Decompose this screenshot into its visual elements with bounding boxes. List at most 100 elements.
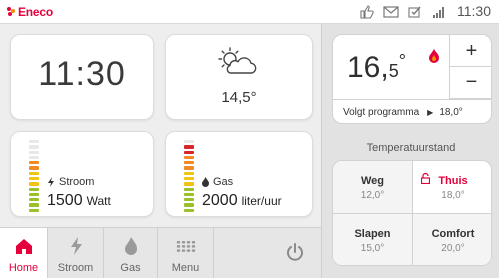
power-meter-segment (29, 192, 39, 197)
presets-title: Temperatuurstand (366, 142, 456, 154)
power-meter-segment (29, 155, 39, 160)
preset-temp: 12,0° (360, 190, 385, 201)
gas-meter-segment (184, 166, 194, 170)
status-clock: 11:30 (457, 3, 491, 19)
nav-stroom[interactable]: Stroom (48, 228, 104, 278)
preset-name: Comfort (431, 228, 475, 240)
status-icons (359, 4, 447, 20)
power-meter-segment (29, 140, 39, 144)
gas-value: 2000 (202, 192, 238, 209)
gas-meter-segment (184, 187, 194, 191)
home-icon (15, 239, 32, 254)
preset-weg[interactable]: Weg 12,0° (333, 161, 413, 214)
power-icon (287, 243, 303, 261)
setpoint-decimal: 5 (388, 61, 399, 81)
gas-meter-segment (184, 192, 194, 197)
power-unit: Watt (86, 194, 111, 208)
gas-meter-segment (184, 198, 194, 202)
power-meter-segment (29, 171, 39, 175)
setpoint-integer: 16, (347, 51, 389, 84)
gas-meter-segment (184, 182, 194, 186)
clock-time: 11:30 (38, 55, 126, 93)
brand-name: Eneco (18, 5, 54, 19)
thermostat-card: 16,5° + − Volgt programma ▶ 18,0° (332, 34, 492, 124)
gas-meter-segment (184, 145, 194, 149)
nav-menu-label: Menu (171, 262, 200, 274)
preset-slapen[interactable]: Slapen 15,0° (333, 214, 413, 265)
dashboard-panel: 11:30 14,5° Stroom 1500 Watt Gas 2000 li… (0, 24, 321, 278)
nav-gas-label: Gas (120, 262, 141, 274)
power-meter-segment (29, 150, 39, 154)
signal-icon (433, 7, 444, 18)
gas-meter-segment (184, 176, 194, 181)
gas-meter-segment (184, 203, 194, 207)
bolt-icon (70, 237, 82, 255)
preset-comfort[interactable]: Comfort 20,0° (413, 214, 491, 265)
gas-usage-meter (184, 140, 194, 212)
power-meter-segment (29, 198, 39, 202)
nav-home[interactable]: Home (0, 228, 48, 278)
power-meter-segment (29, 208, 39, 212)
power-meter-segment (29, 203, 39, 207)
bolt-icon (48, 177, 54, 187)
preset-grid: Weg 12,0° Thuis 18,0° Slapen 15,0° Comfo… (332, 160, 492, 266)
gas-label-row: Gas (202, 176, 233, 188)
preset-temp: 18,0° (441, 190, 465, 201)
preset-thuis[interactable]: Thuis 18,0° (413, 161, 491, 214)
gas-meter-segment (184, 155, 194, 160)
clock-tile[interactable]: 11:30 (10, 34, 154, 120)
gas-value-row: 2000 liter/uur (202, 192, 282, 210)
eneco-logo: Eneco (6, 4, 53, 20)
power-meter-segment (29, 187, 39, 191)
gas-meter-segment (184, 140, 194, 144)
bottom-navigation: Home Stroom Gas Menu (0, 227, 321, 278)
power-usage-meter (29, 140, 39, 212)
power-value-row: 1500 Watt (47, 192, 111, 210)
power-meter-segment (29, 161, 39, 165)
program-temperature: 18,0° (439, 107, 463, 118)
eneco-logo-mark-icon (7, 7, 15, 16)
nav-home-label: Home (8, 262, 39, 274)
weather-tile[interactable]: 14,5° (165, 34, 313, 120)
increase-temperature-button[interactable]: + (449, 35, 491, 67)
outdoor-temperature: 14,5° (221, 89, 257, 106)
lock-icon (421, 173, 430, 184)
program-row[interactable]: Volgt programma ▶ 18,0° (333, 99, 491, 123)
preset-name: Weg (360, 175, 385, 187)
grid-icon (176, 241, 195, 252)
nav-gas[interactable]: Gas (104, 228, 158, 278)
program-arrow-icon: ▶ (427, 108, 434, 117)
thumbs-up-icon[interactable] (359, 5, 375, 19)
power-meter-segment (29, 182, 39, 186)
thermostat-panel: 16,5° + − Volgt programma ▶ 18,0° Temper… (321, 24, 499, 278)
flame-icon (202, 177, 209, 187)
program-label: Volgt programma (343, 107, 420, 118)
power-meter-segment (29, 145, 39, 149)
gas-meter-segment (184, 150, 194, 154)
nav-stroom-label: Stroom (57, 262, 94, 274)
setpoint-degree: ° (398, 51, 406, 71)
preset-name: Slapen (354, 228, 391, 240)
power-label-row: Stroom (47, 176, 94, 188)
nav-menu[interactable]: Menu (158, 228, 214, 278)
preset-temp: 20,0° (441, 243, 465, 254)
status-bar: Eneco 11:30 (0, 0, 499, 24)
mail-icon[interactable] (383, 5, 399, 19)
power-meter-segment (29, 176, 39, 181)
power-label: Stroom (59, 176, 95, 188)
preset-temp: 15,0° (360, 243, 385, 254)
setpoint-display: 16,5° (347, 51, 406, 85)
gas-meter-segment (184, 171, 194, 175)
power-meter-segment (29, 166, 39, 170)
heating-flame-icon (429, 49, 439, 63)
power-usage-tile[interactable]: Stroom 1500 Watt (10, 131, 154, 217)
power-value: 1500 (47, 192, 83, 209)
gas-unit: liter/uur (241, 194, 282, 208)
power-off-button[interactable] (270, 228, 320, 278)
gas-meter-segment (184, 208, 194, 212)
shield-check-icon[interactable] (407, 5, 423, 19)
partly-cloudy-icon (218, 47, 257, 74)
gas-meter-segment (184, 161, 194, 165)
decrease-temperature-button[interactable]: − (449, 67, 491, 99)
gas-usage-tile[interactable]: Gas 2000 liter/uur (165, 131, 313, 217)
